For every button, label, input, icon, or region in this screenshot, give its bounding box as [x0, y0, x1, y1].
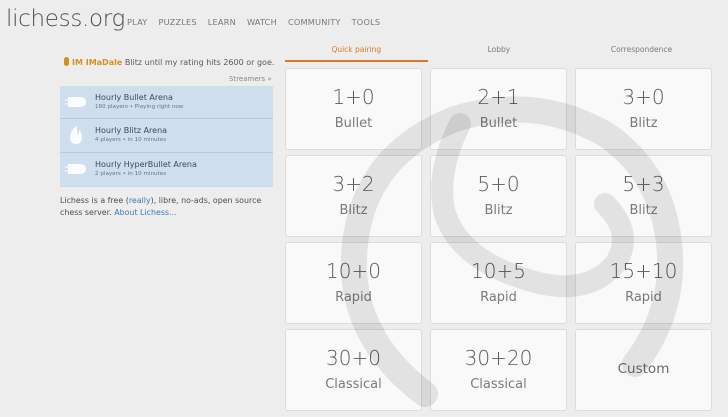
nav-puzzles[interactable]: PUZZLES: [158, 17, 196, 27]
bullet-icon: [65, 97, 86, 107]
pairing-2-1[interactable]: 2+1 Bullet: [430, 68, 567, 150]
pairing-5-0[interactable]: 5+0 Blitz: [430, 155, 567, 237]
custom-label: Custom: [617, 361, 670, 377]
tab-quick-pairing[interactable]: Quick pairing: [285, 40, 428, 62]
clock-label: 1+0: [332, 85, 375, 109]
tab-lobby[interactable]: Lobby: [428, 40, 571, 62]
tab-correspondence[interactable]: Correspondence: [570, 40, 713, 62]
tournament-title: Hourly Bullet Arena: [95, 93, 173, 102]
pairing-15-10[interactable]: 15+10 Rapid: [575, 242, 712, 324]
perf-label: Blitz: [339, 203, 368, 218]
tournament-meta: 180 players • Playing right now: [95, 104, 184, 110]
nav-community[interactable]: COMMUNITY: [288, 17, 341, 27]
microphone-icon: [64, 57, 69, 66]
tournament-title: Hourly Blitz Arena: [95, 126, 168, 136]
tournament-row[interactable]: Hourly Bullet Arena 180 players • Playin…: [60, 86, 273, 120]
pairing-1-0[interactable]: 1+0 Bullet: [285, 68, 422, 150]
clock-label: 5+0: [477, 172, 520, 196]
clock-label: 3+2: [332, 172, 375, 196]
tournament-list: Hourly Bullet Arena 180 players • Playin…: [60, 86, 273, 187]
tournament-meta: 2 players • in 10 minutes: [95, 170, 167, 177]
clock-label: 3+0: [622, 85, 665, 109]
nav-tools[interactable]: TOOLS: [352, 17, 381, 27]
site-logo[interactable]: lichess.org: [6, 6, 125, 32]
perf-label: Rapid: [480, 290, 517, 305]
clock-label: 30+0: [326, 346, 381, 370]
pairing-30-20[interactable]: 30+20 Classical: [430, 329, 567, 411]
tournament-title: Hourly HyperBullet Arena: [95, 159, 197, 169]
fire-icon: [70, 126, 82, 145]
perf-label: Classical: [470, 377, 527, 392]
custom-game-button[interactable]: Custom: [575, 329, 712, 411]
clock-label: 10+0: [326, 259, 381, 283]
clock-label: 30+20: [464, 346, 533, 370]
clock-label: 10+5: [471, 259, 526, 283]
perf-label: Classical: [325, 377, 382, 392]
about-part1: Lichess is a free (: [60, 196, 129, 205]
live-streamer[interactable]: IM IMaDale Blitz until my rating hits 26…: [64, 57, 274, 67]
perf-label: Bullet: [479, 116, 518, 131]
lobby-tabs: Quick pairing Lobby Correspondence: [285, 40, 713, 62]
streamers-link[interactable]: Streamers »: [229, 75, 272, 83]
clock-label: 15+10: [609, 259, 678, 283]
perf-label: Rapid: [625, 290, 662, 305]
perf-label: Blitz: [629, 203, 658, 218]
about-lichess-link[interactable]: About Lichess...: [114, 208, 176, 217]
site-header: lichess.org PLAY PUZZLES LEARN WATCH COM…: [0, 0, 728, 40]
nav-watch[interactable]: WATCH: [247, 17, 277, 27]
clock-label: 5+3: [622, 172, 665, 196]
nav-learn[interactable]: LEARN: [208, 17, 236, 27]
perf-label: Rapid: [335, 290, 372, 305]
about-text: Lichess is a free (really), libre, no-ad…: [60, 195, 285, 219]
really-link[interactable]: really: [129, 196, 151, 205]
pairing-30-0[interactable]: 30+0 Classical: [285, 329, 422, 411]
nav-play[interactable]: PLAY: [127, 17, 147, 27]
tournament-row[interactable]: Hourly HyperBullet Arena 2 players • in …: [60, 152, 273, 186]
pairing-10-0[interactable]: 10+0 Rapid: [285, 242, 422, 324]
quick-pairing-grid: 1+0 Bullet 2+1 Bullet 3+0 Blitz 3+2 Blitz 5+…: [285, 64, 713, 416]
streamer-status: Blitz until my rating hits 2600 or goe..…: [124, 58, 274, 67]
perf-label: Bullet: [334, 116, 373, 131]
perf-label: Blitz: [629, 116, 658, 131]
tournament-row[interactable]: Hourly Blitz Arena 4 players • in 10 min…: [60, 119, 273, 153]
pairing-10-5[interactable]: 10+5 Rapid: [430, 242, 567, 324]
clock-label: 2+1: [477, 85, 520, 109]
main-nav: PLAY PUZZLES LEARN WATCH COMMUNITY TOOLS: [127, 17, 391, 27]
pairing-3-0[interactable]: 3+0 Blitz: [575, 68, 712, 150]
pairing-5-3[interactable]: 5+3 Blitz: [575, 155, 712, 237]
perf-label: Blitz: [484, 203, 513, 218]
streamer-name: IM IMaDale: [72, 58, 123, 67]
pairing-3-2[interactable]: 3+2 Blitz: [285, 155, 422, 237]
tournament-meta: 4 players • in 10 minutes: [95, 137, 167, 144]
bullet-icon: [65, 163, 86, 174]
